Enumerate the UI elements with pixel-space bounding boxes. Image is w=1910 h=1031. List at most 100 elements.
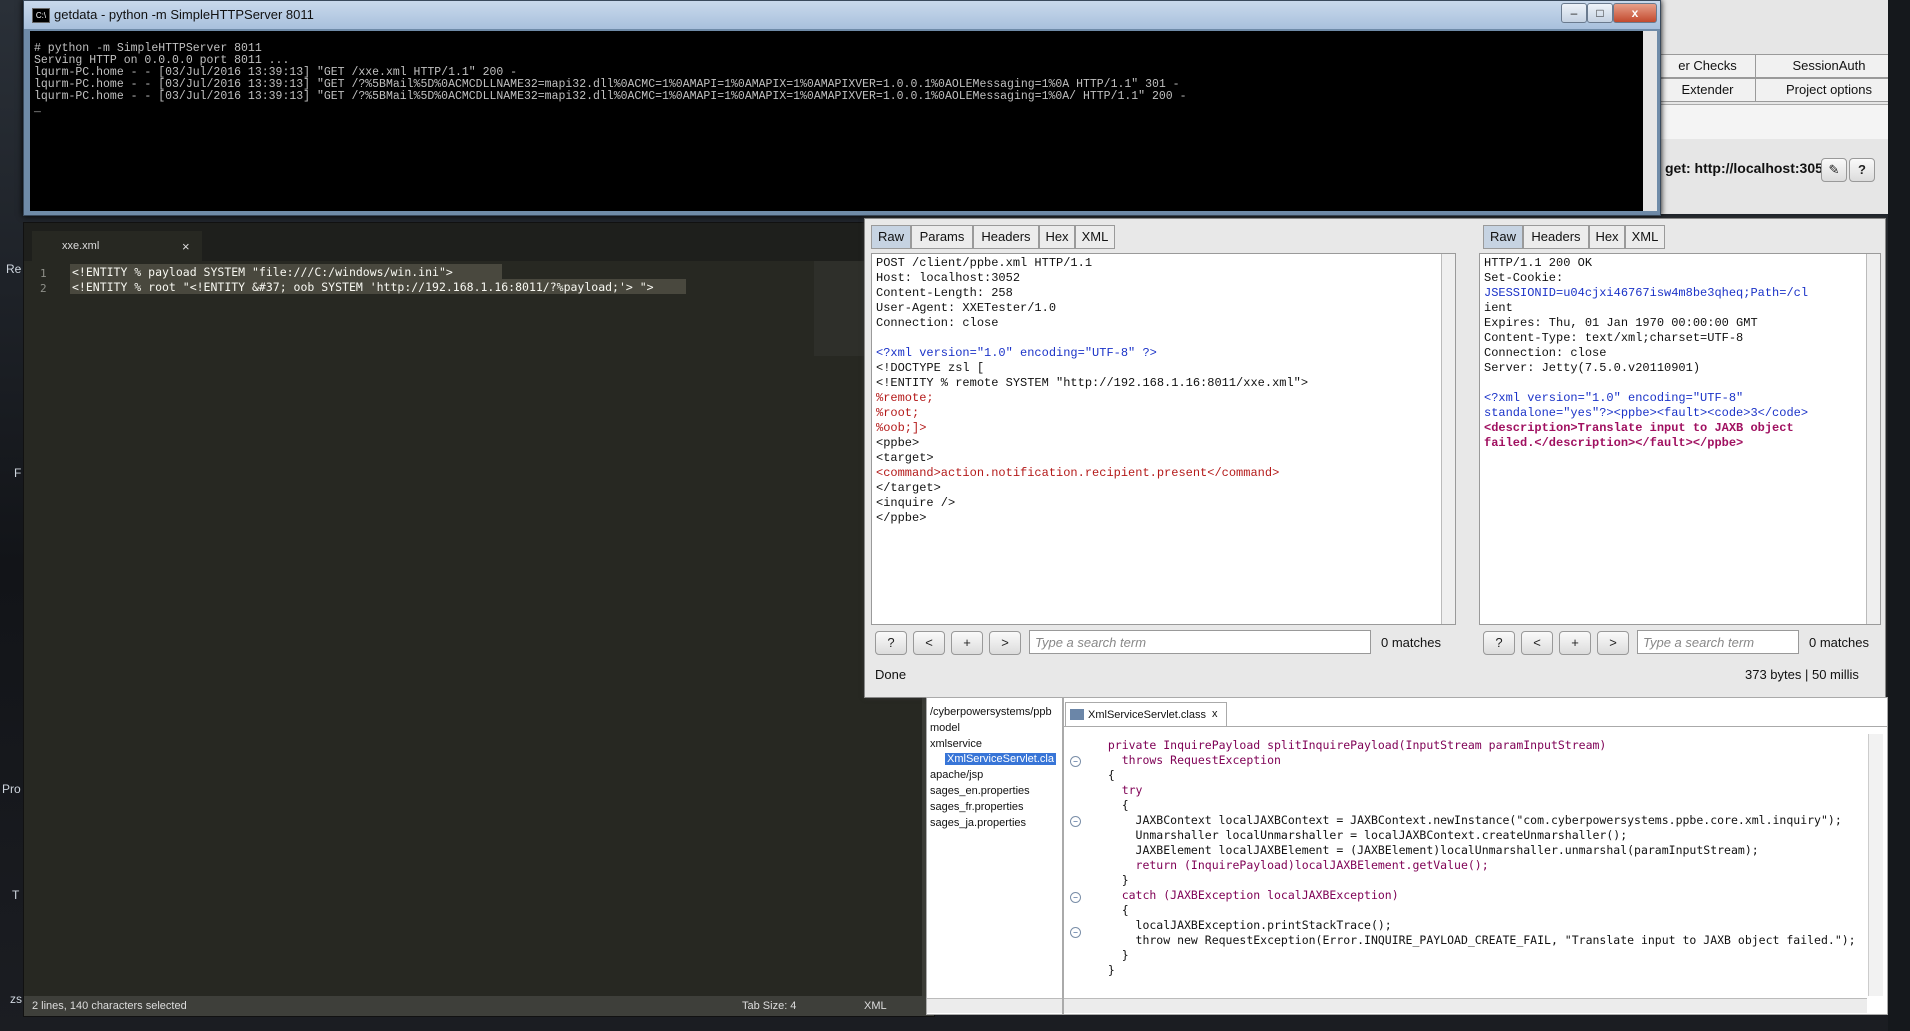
tree-item[interactable]: /cyberpowersystems/ppb [930, 706, 1052, 718]
tab-request-params[interactable]: Params [911, 225, 973, 249]
request-add-button[interactable]: + [951, 631, 983, 655]
response-line: Expires: Thu, 01 Jan 1970 00:00:00 GMT [1484, 316, 1758, 330]
tree-item[interactable]: apache/jsp [930, 769, 983, 781]
help-icon[interactable]: ? [1849, 158, 1875, 182]
response-line: Set-Cookie: [1484, 271, 1564, 285]
fold-icon[interactable]: − [1070, 756, 1081, 767]
response-match-count: 0 matches [1809, 635, 1869, 650]
minimize-button[interactable]: – [1561, 3, 1587, 23]
tree-item[interactable]: sages_fr.properties [930, 801, 1024, 813]
request-line: <ppbe> [876, 436, 920, 450]
response-search-input[interactable]: Type a search term [1637, 630, 1799, 654]
desktop-icon-label[interactable]: F [14, 466, 21, 480]
maximize-button[interactable]: □ [1587, 3, 1613, 23]
request-line: User-Agent: XXETester/1.0 [876, 301, 1057, 315]
response-add-button[interactable]: + [1559, 631, 1591, 655]
tree-item-selected[interactable]: XmlServiceServlet.cla [945, 753, 1056, 765]
tab-xmlserviceservlet[interactable]: XmlServiceServlet.class x [1065, 702, 1227, 727]
cmd-window-title: getdata - python -m SimpleHTTPServer 801… [54, 7, 314, 22]
tab-xxe-xml[interactable]: xxe.xml × [32, 231, 202, 261]
java-code-line: { [1094, 768, 1115, 782]
tab-request-raw[interactable]: Raw [871, 225, 911, 249]
java-hscrollbar[interactable] [1064, 998, 1867, 1013]
java-code-area[interactable]: − − − − private InquirePayload splitInqu… [1064, 734, 1864, 996]
fold-icon[interactable]: − [1070, 892, 1081, 903]
tree-item[interactable]: xmlservice [930, 738, 982, 750]
response-scrollbar[interactable] [1866, 254, 1880, 624]
tab-request-hex[interactable]: Hex [1039, 225, 1075, 249]
sublime-editor-window: xxe.xml × 1 2 <!ENTITY % payload SYSTEM … [23, 222, 935, 1017]
desktop-icon-label[interactable]: T [12, 888, 19, 902]
tab-response-headers[interactable]: Headers [1523, 225, 1589, 249]
tab-request-headers[interactable]: Headers [973, 225, 1039, 249]
tab-scanner-checks[interactable]: er Checks [1659, 54, 1756, 78]
request-prev-button[interactable]: < [913, 631, 945, 655]
tree-item[interactable]: model [930, 722, 960, 734]
request-line: Connection: close [876, 316, 999, 330]
tab-response-xml[interactable]: XML [1625, 225, 1665, 249]
close-button[interactable]: x [1613, 3, 1657, 23]
java-code-line: JAXBElement localJAXBElement = (JAXBElem… [1094, 843, 1759, 857]
code-line: <!ENTITY % payload SYSTEM "file:///C:/wi… [72, 265, 453, 279]
java-code-line: Unmarshaller localUnmarshaller = localJA… [1094, 828, 1628, 842]
java-code-line: } [1094, 873, 1129, 887]
response-line: failed.</description></fault></ppbe> [1484, 436, 1744, 450]
request-line: </ppbe> [876, 511, 927, 525]
response-help-button[interactable]: ? [1483, 631, 1515, 655]
request-search-input[interactable]: Type a search term [1029, 630, 1371, 654]
request-help-button[interactable]: ? [875, 631, 907, 655]
close-tab-icon[interactable]: x [1212, 708, 1218, 720]
java-code-line: throws RequestException [1094, 753, 1281, 767]
desktop-icon-label[interactable]: Pro [2, 782, 21, 796]
response-prev-button[interactable]: < [1521, 631, 1553, 655]
cmd-scrollbar[interactable] [1643, 31, 1657, 211]
request-editor[interactable]: POST /client/ppbe.xml HTTP/1.1 Host: loca… [871, 253, 1456, 625]
code-line: <!ENTITY % root "<!ENTITY &#37; oob SYST… [72, 280, 654, 294]
response-line: HTTP/1.1 200 OK [1484, 256, 1593, 270]
tab-size-indicator[interactable]: Tab Size: 4 [742, 1000, 796, 1012]
request-line: <target> [876, 451, 934, 465]
tab-response-hex[interactable]: Hex [1589, 225, 1625, 249]
request-line: POST /client/ppbe.xml HTTP/1.1 [876, 256, 1093, 270]
tree-item[interactable]: sages_en.properties [930, 785, 1030, 797]
request-line: %oob;]> [876, 421, 927, 435]
request-scrollbar[interactable] [1441, 254, 1455, 624]
desktop-icon-label[interactable]: zs [10, 992, 22, 1006]
burp-repeater-panel: Raw Params Headers Hex XML POST /client/… [864, 218, 1886, 698]
fold-icon[interactable]: − [1070, 816, 1081, 827]
tree-item[interactable]: sages_ja.properties [930, 817, 1026, 829]
response-line: <?xml version="1.0" encoding="UTF-8" [1484, 391, 1744, 405]
syntax-indicator[interactable]: XML [864, 1000, 887, 1012]
java-vscrollbar[interactable] [1868, 734, 1883, 996]
response-line: <description>Translate input to JAXB obj… [1484, 421, 1794, 435]
sublime-tab-bar: xxe.xml × [24, 223, 934, 261]
request-next-button[interactable]: > [989, 631, 1021, 655]
burp-main-toolbar: er Checks SessionAuth Extender Project o… [1659, 0, 1910, 214]
tab-sessionauth[interactable]: SessionAuth [1755, 54, 1903, 78]
response-next-button[interactable]: > [1597, 631, 1629, 655]
console-line: lqurm-PC.home - - [03/Jul/2016 13:39:13]… [34, 90, 1187, 103]
edit-target-icon[interactable]: ✎ [1821, 158, 1847, 182]
java-code-line: } [1094, 963, 1115, 977]
cmd-console-output[interactable]: # python -m SimpleHTTPServer 8011 Servin… [30, 31, 1643, 211]
response-viewer[interactable]: HTTP/1.1 200 OK Set-Cookie: JSESSIONID=u… [1479, 253, 1881, 625]
code-area[interactable]: <!ENTITY % payload SYSTEM "file:///C:/wi… [24, 261, 804, 996]
close-tab-icon[interactable]: × [182, 239, 190, 254]
tab-request-xml[interactable]: XML [1075, 225, 1115, 249]
cmd-app-icon: C:\ [32, 8, 50, 23]
fold-icon[interactable]: − [1070, 927, 1081, 938]
response-line: Server: Jetty(7.5.0.v20110901) [1484, 361, 1701, 375]
desktop-icon-label[interactable]: Re [6, 262, 21, 276]
java-decompiler-editor: XmlServiceServlet.class x − − − − privat… [1063, 697, 1888, 1015]
tree-hscrollbar[interactable] [927, 998, 1062, 1013]
tab-project-options[interactable]: Project options [1755, 78, 1903, 102]
tab-extender[interactable]: Extender [1659, 78, 1756, 102]
cmd-title-bar[interactable]: C:\ getdata - python -m SimpleHTTPServer… [24, 1, 1660, 29]
response-size-time: 373 bytes | 50 millis [1745, 667, 1859, 682]
java-code-line: private InquirePayload splitInquirePaylo… [1094, 738, 1607, 752]
class-file-icon [1070, 709, 1084, 720]
tab-response-raw[interactable]: Raw [1483, 225, 1523, 249]
response-line: Connection: close [1484, 346, 1607, 360]
response-line: ient [1484, 301, 1513, 315]
side-taskbar [1888, 0, 1910, 1031]
